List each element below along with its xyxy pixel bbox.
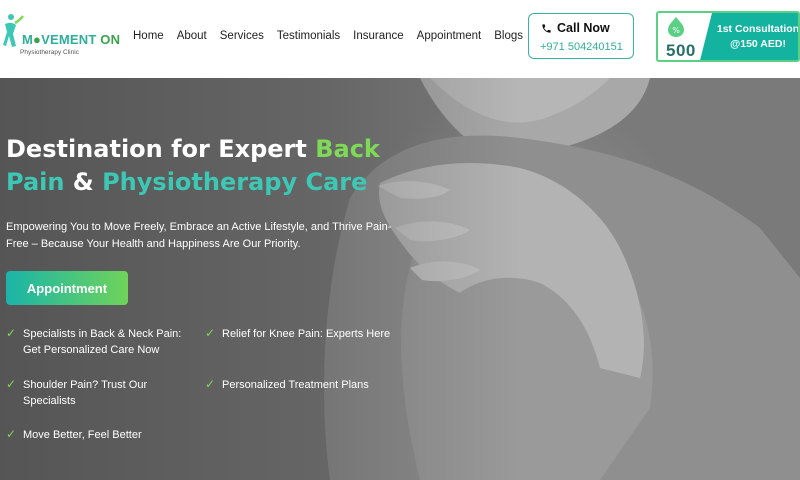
check-icon: ✓ <box>205 326 216 340</box>
feature-item: ✓ Shoulder Pain? Trust Our Specialists <box>6 377 148 407</box>
nav-home[interactable]: Home <box>133 30 164 42</box>
feature-item: ✓ Relief for Knee Pain: Experts Here <box>205 326 391 340</box>
hero-title: Destination for Expert Back Pain & Physio… <box>6 135 380 196</box>
phone-icon <box>542 23 551 33</box>
offer-line-1: 1st Consultation <box>716 23 800 35</box>
hero-subtitle: Empowering You to Move Freely, Embrace a… <box>6 221 392 250</box>
percent-badge-icon: % <box>668 17 684 37</box>
check-icon: ✓ <box>205 377 216 391</box>
feature-item: ✓ Specialists in Back & Neck Pain: Get P… <box>6 326 182 356</box>
check-icon: ✓ <box>6 377 17 391</box>
consultation-offer-banner[interactable]: % 500 1st Consultation @150 AED! <box>656 11 800 62</box>
logo-figure-icon <box>3 14 24 47</box>
offer-amount: 500 <box>666 41 696 60</box>
main-nav: Home About Services Testimonials Insuran… <box>133 30 536 42</box>
offer-line-2: @150 AED! <box>730 38 786 50</box>
phone-number[interactable]: +971 504240151 <box>540 41 623 53</box>
hero-section: Destination for Expert Back Pain & Physio… <box>0 78 800 480</box>
nav-insurance[interactable]: Insurance <box>353 30 404 42</box>
site-header: M●VEMENT ON Physiotherapy Clinic Home Ab… <box>0 0 800 78</box>
check-icon: ✓ <box>6 326 17 340</box>
logo-wordmark: M●VEMENT ON <box>22 32 121 47</box>
check-icon: ✓ <box>6 427 17 441</box>
nav-testimonials[interactable]: Testimonials <box>277 30 340 42</box>
nav-blogs[interactable]: Blogs <box>494 30 523 42</box>
call-now-label: Call Now <box>557 21 610 35</box>
nav-services[interactable]: Services <box>220 30 264 42</box>
appointment-button[interactable]: Appointment <box>6 271 128 305</box>
logo-tagline: Physiotherapy Clinic <box>20 49 79 56</box>
svg-text:%: % <box>672 26 680 35</box>
call-now-button[interactable]: Call Now +971 504240151 <box>528 13 634 59</box>
feature-item: ✓ Move Better, Feel Better <box>6 427 142 441</box>
nav-appointment[interactable]: Appointment <box>417 30 482 42</box>
nav-about[interactable]: About <box>177 30 207 42</box>
clinic-logo[interactable]: M●VEMENT ON Physiotherapy Clinic <box>2 12 120 58</box>
feature-item: ✓ Personalized Treatment Plans <box>205 377 369 391</box>
